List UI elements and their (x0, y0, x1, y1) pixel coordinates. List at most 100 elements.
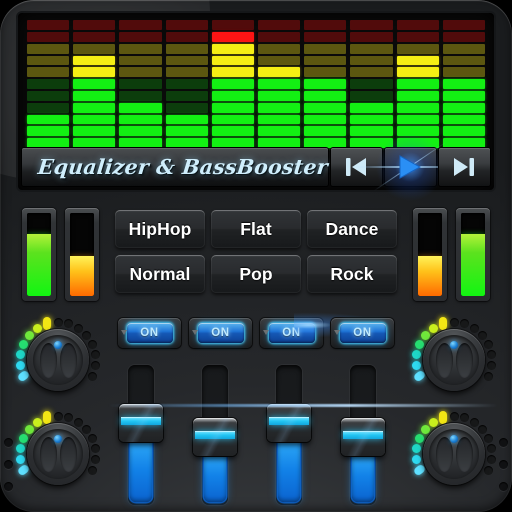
preset-button-flat[interactable]: Flat (211, 210, 301, 248)
spectrum-segment (396, 43, 439, 54)
preset-button-pop[interactable]: Pop (211, 255, 301, 293)
power-switch-2[interactable]: ON (189, 318, 252, 348)
power-switch-4[interactable]: ON (331, 318, 394, 348)
knob-bottom-right[interactable] (406, 406, 502, 502)
spectrum-segment (442, 20, 486, 30)
spectrum-segment (304, 102, 347, 113)
grip-notch (499, 482, 508, 491)
spectrum-analyzer (22, 17, 490, 148)
chevron-down-icon (121, 330, 127, 335)
spectrum-segment (27, 43, 70, 54)
switch-label: ON (353, 327, 372, 339)
slider-2[interactable] (193, 365, 237, 505)
knob-led-off (487, 350, 497, 360)
spectrum-segment (73, 90, 116, 101)
knob-body[interactable] (27, 423, 89, 485)
spectrum-segment (350, 43, 393, 54)
knob-led-off (484, 339, 494, 349)
knob-led-on (32, 417, 42, 427)
switch-cap[interactable]: ON (197, 323, 244, 343)
spectrum-segment (442, 79, 486, 89)
slider-handle[interactable] (341, 418, 385, 457)
preset-label: Dance (325, 218, 379, 239)
spectrum-segment (73, 20, 116, 30)
slider-4[interactable] (341, 365, 385, 505)
spectrum-segment (119, 55, 162, 66)
preset-button-normal[interactable]: Normal (115, 255, 205, 293)
switch-cap[interactable]: ON (339, 323, 386, 343)
knob-led-off (483, 371, 493, 381)
spectrum-segment (165, 138, 208, 148)
spectrum-bar (73, 20, 116, 148)
knob-led-on (15, 455, 25, 465)
spectrum-segment (350, 20, 393, 30)
next-track-button[interactable] (438, 148, 490, 186)
knob-led-on (439, 317, 448, 331)
switch-cap[interactable]: ON (126, 323, 173, 343)
knob-led-on (428, 417, 438, 427)
knob-pointer-dot (450, 341, 458, 349)
knob-pointer-dot (450, 435, 458, 443)
knob-led-off (91, 444, 101, 454)
equalizer-app-window: Equalizer & BassBooster HipHop Flat Danc… (0, 0, 512, 512)
preset-button-dance[interactable]: Dance (307, 210, 397, 248)
spectrum-segment (258, 43, 301, 54)
knob-led-off (53, 317, 63, 327)
knob-led-on (411, 455, 421, 465)
slider-1[interactable] (119, 365, 163, 505)
spectrum-segment (350, 55, 393, 66)
knob-lobe-right (59, 437, 77, 472)
switch-cap[interactable]: ON (268, 323, 315, 343)
chevron-down-icon (263, 330, 269, 335)
spectrum-segment (165, 31, 208, 42)
spectrum-segment (211, 43, 255, 54)
meter-left-2 (65, 208, 99, 301)
power-switch-1[interactable]: ON (118, 318, 181, 348)
preset-button-hiphop[interactable]: HipHop (115, 210, 205, 248)
slider-handle[interactable] (119, 403, 163, 442)
knob-body[interactable] (423, 423, 485, 485)
grip-notch (499, 460, 508, 469)
knob-led-off (64, 319, 74, 329)
knob-lobe-right (455, 343, 473, 378)
spectrum-segment (27, 20, 70, 30)
spectrum-segment (442, 90, 486, 101)
spectrum-segment (119, 67, 162, 78)
knob-led-on (414, 433, 424, 443)
spectrum-segment (27, 79, 70, 89)
knob-body[interactable] (423, 329, 485, 391)
spectrum-segment (258, 20, 301, 30)
spectrum-bar (442, 20, 486, 148)
knob-body[interactable] (27, 329, 89, 391)
power-switch-3[interactable]: ON (260, 308, 414, 348)
preset-button-rock[interactable]: Rock (307, 255, 397, 293)
spectrum-segment (396, 67, 439, 78)
spectrum-segment (73, 138, 116, 148)
spectrum-segment (304, 67, 347, 78)
spectrum-segment (73, 114, 116, 125)
spectrum-segment (211, 138, 255, 148)
play-button[interactable] (352, 119, 469, 215)
spectrum-segment (27, 102, 70, 113)
knob-led-on (15, 361, 25, 371)
slider-handle[interactable] (267, 403, 311, 442)
previous-track-button[interactable] (330, 148, 382, 186)
knob-led-off (460, 319, 470, 329)
knob-bottom-left[interactable] (10, 406, 106, 502)
knob-led-off (87, 371, 97, 381)
knob-top-left[interactable] (10, 312, 106, 408)
knob-led-off (91, 361, 101, 371)
knob-lobe-left (39, 437, 57, 472)
knob-top-right[interactable] (406, 312, 502, 408)
slider-3[interactable] (267, 365, 311, 505)
grip-notch (4, 438, 13, 447)
spectrum-segment (165, 55, 208, 66)
spectrum-bar (211, 20, 255, 148)
slider-handle[interactable] (193, 418, 237, 457)
spectrum-segment (304, 31, 347, 42)
spectrum-segment (165, 20, 208, 30)
spectrum-segment (211, 90, 255, 101)
spectrum-segment (442, 43, 486, 54)
spectrum-segment (73, 55, 116, 66)
knob-led-off (484, 433, 494, 443)
